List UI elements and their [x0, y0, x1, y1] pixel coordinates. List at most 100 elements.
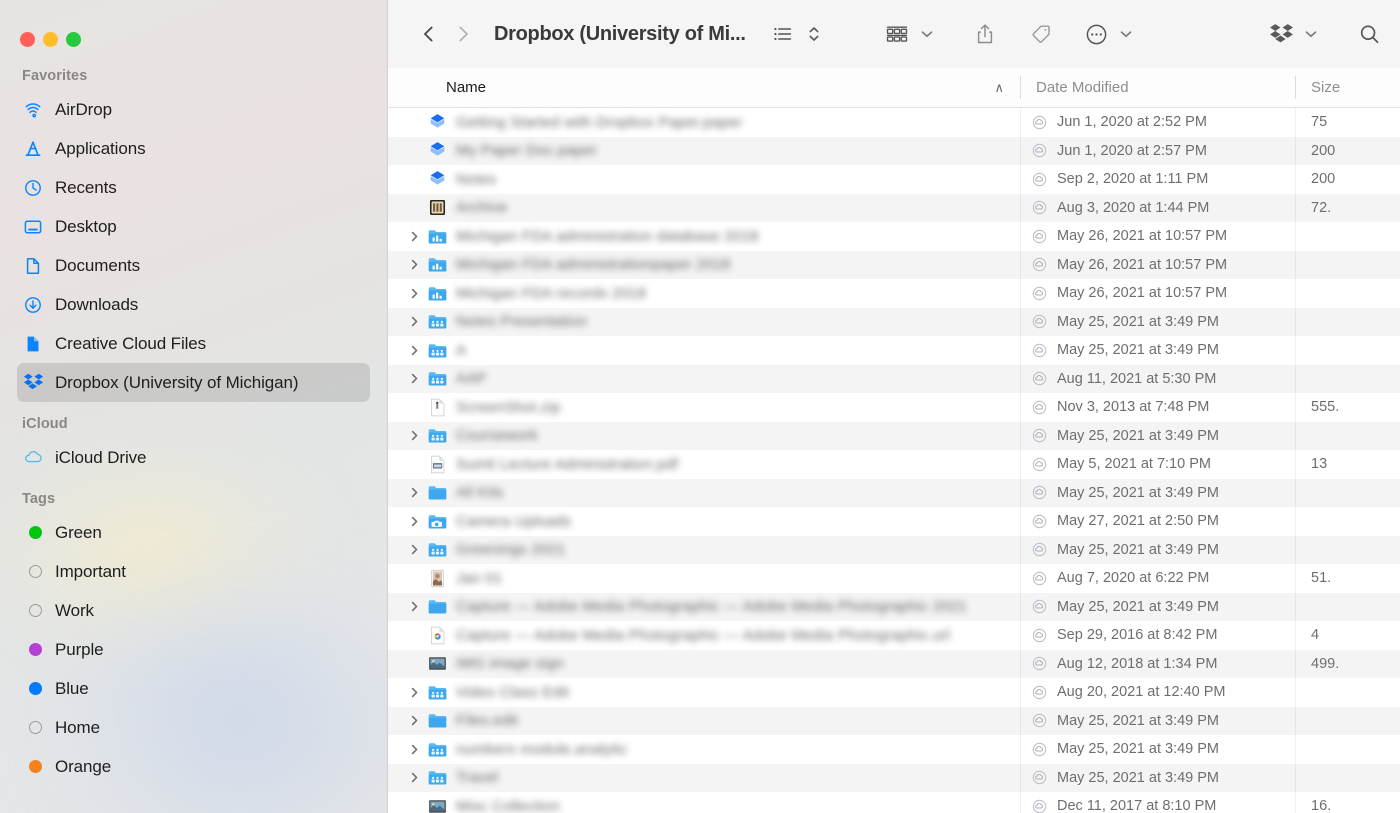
table-row[interactable]: Travel May 25, 2021 at 3:49 PM: [388, 763, 1400, 793]
table-row[interactable]: Misc Collection Dec 11, 2017 at 8:10 PM 16…: [388, 792, 1400, 813]
disclosure-triangle-icon[interactable]: [406, 230, 422, 243]
cell-name[interactable]: Michigan FDA records 2018: [388, 279, 1020, 308]
table-row[interactable]: Files.edit May 25, 2021 at 3:49 PM: [388, 706, 1400, 736]
disclosure-triangle-icon[interactable]: [406, 486, 422, 499]
table-row[interactable]: Greenings 2021 May 25, 2021 at 3:49 PM: [388, 535, 1400, 565]
cell-name[interactable]: Capture — Adobe Media Photographic — Ado…: [388, 621, 1020, 650]
list-view-icon[interactable]: [768, 19, 798, 49]
cell-name[interactable]: Sumit Lecture Administration.pdf: [388, 450, 1020, 479]
table-row[interactable]: Archive Aug 3, 2020 at 1:44 PM 72.: [388, 193, 1400, 223]
chevron-down-icon[interactable]: [1117, 19, 1135, 49]
minimize-button[interactable]: [43, 31, 58, 47]
cell-name[interactable]: AAP: [388, 365, 1020, 394]
table-row[interactable]: numbers module.analytic May 25, 2021 at 3…: [388, 735, 1400, 764]
sidebar-item-creative-cloud-files[interactable]: Creative Cloud Files: [17, 324, 370, 363]
sidebar-item-icloud-drive[interactable]: iCloud Drive: [17, 438, 370, 477]
table-row[interactable]: Notes Presentation May 25, 2021 at 3:49 P…: [388, 307, 1400, 337]
table-row[interactable]: Michigan FDA administrationpaper 2018 May…: [388, 250, 1400, 280]
back-button[interactable]: [412, 17, 446, 51]
cell-name[interactable]: Greenings 2021: [388, 536, 1020, 565]
sidebar-tag-purple[interactable]: Purple: [17, 630, 370, 669]
sidebar-item-documents[interactable]: Documents: [17, 246, 370, 285]
cell-name[interactable]: ScreenShot.zip: [388, 393, 1020, 422]
disclosure-triangle-icon[interactable]: [406, 315, 422, 328]
table-row[interactable]: A May 25, 2021 at 3:49 PM: [388, 336, 1400, 365]
column-header-name[interactable]: Name ∧: [388, 68, 1020, 107]
table-row[interactable]: Michigan FDA administration database 201…: [388, 222, 1400, 251]
cell-name[interactable]: Getting Started with Dropbox Paper.paper: [388, 108, 1020, 137]
dropbox-icon[interactable]: [1265, 19, 1297, 49]
table-row[interactable]: All Kits May 25, 2021 at 3:49 PM: [388, 478, 1400, 508]
table-row[interactable]: Getting Started with Dropbox Paper.paper…: [388, 108, 1400, 137]
disclosure-triangle-icon[interactable]: [406, 743, 422, 756]
sidebar-item-desktop[interactable]: Desktop: [17, 207, 370, 246]
table-row[interactable]: Camera Uploads May 27, 2021 at 2:50 PM: [388, 507, 1400, 536]
table-row[interactable]: My Paper Doc.paper Jun 1, 2020 at 2:57 PM…: [388, 136, 1400, 166]
share-icon[interactable]: [970, 19, 1000, 49]
disclosure-triangle-icon[interactable]: [406, 714, 422, 727]
cell-name[interactable]: Notes Presentation: [388, 308, 1020, 337]
sort-updown-icon[interactable]: [803, 19, 825, 49]
sidebar-item-recents[interactable]: Recents: [17, 168, 370, 207]
cell-name[interactable]: Notes: [388, 165, 1020, 194]
file-list[interactable]: Getting Started with Dropbox Paper.paper…: [388, 108, 1400, 813]
disclosure-triangle-icon[interactable]: [406, 372, 422, 385]
group-items-icon[interactable]: [881, 19, 913, 49]
cell-name[interactable]: A: [388, 336, 1020, 365]
chevron-down-icon[interactable]: [1302, 19, 1320, 49]
cell-name[interactable]: Camera Uploads: [388, 507, 1020, 536]
sidebar-tag-work[interactable]: Work: [17, 591, 370, 630]
cell-name[interactable]: Michigan FDA administration database 201…: [388, 222, 1020, 251]
sidebar-item-airdrop[interactable]: AirDrop: [17, 90, 370, 129]
maximize-button[interactable]: [66, 31, 81, 47]
cell-name[interactable]: Files.edit: [388, 707, 1020, 736]
cell-name[interactable]: My Paper Doc.paper: [388, 137, 1020, 166]
tag-icon[interactable]: [1026, 19, 1056, 49]
disclosure-triangle-icon[interactable]: [406, 344, 422, 357]
close-button[interactable]: [20, 31, 35, 47]
search-icon[interactable]: [1354, 19, 1384, 49]
disclosure-triangle-icon[interactable]: [406, 771, 422, 784]
cell-name[interactable]: Travel: [388, 764, 1020, 793]
column-header-date-modified[interactable]: Date Modified: [1020, 68, 1295, 107]
table-row[interactable]: Capture — Adobe Media Photographic — Ado…: [388, 592, 1400, 622]
disclosure-triangle-icon[interactable]: [406, 543, 422, 556]
disclosure-triangle-icon[interactable]: [406, 287, 422, 300]
cell-name[interactable]: Jan 01: [388, 564, 1020, 593]
table-row[interactable]: Michigan FDA records 2018 May 26, 2021 at…: [388, 279, 1400, 308]
cell-name[interactable]: Michigan FDA administrationpaper 2018: [388, 251, 1020, 280]
sidebar-item-downloads[interactable]: Downloads: [17, 285, 370, 324]
disclosure-triangle-icon[interactable]: [406, 429, 422, 442]
table-row[interactable]: ScreenShot.zip Nov 3, 2013 at 7:48 PM 555.: [388, 393, 1400, 422]
table-row[interactable]: Jan 01 Aug 7, 2020 at 6:22 PM 51.: [388, 564, 1400, 593]
table-row[interactable]: Sumit Lecture Administration.pdf May 5, 2…: [388, 450, 1400, 479]
sidebar-item-dropbox-university-of-michigan[interactable]: Dropbox (University of Michigan): [17, 363, 370, 402]
cell-name[interactable]: IMG image sign: [388, 650, 1020, 679]
disclosure-triangle-icon[interactable]: [406, 515, 422, 528]
table-row[interactable]: Notes Sep 2, 2020 at 1:11 PM 200: [388, 165, 1400, 194]
table-row[interactable]: Video Class Edit Aug 20, 2021 at 12:40 PM: [388, 678, 1400, 707]
disclosure-triangle-icon[interactable]: [406, 686, 422, 699]
chevron-down-icon[interactable]: [918, 19, 936, 49]
cell-name[interactable]: numbers module.analytic: [388, 735, 1020, 764]
column-header-size[interactable]: Size: [1295, 68, 1400, 107]
forward-button[interactable]: [446, 17, 480, 51]
cell-name[interactable]: Video Class Edit: [388, 678, 1020, 707]
more-options-control[interactable]: [1082, 19, 1135, 49]
more-ellipsis-icon[interactable]: [1082, 19, 1112, 49]
sidebar-tag-orange[interactable]: Orange: [17, 747, 370, 786]
cell-name[interactable]: All Kits: [388, 479, 1020, 508]
sidebar-tag-green[interactable]: Green: [17, 513, 370, 552]
disclosure-triangle-icon[interactable]: [406, 600, 422, 613]
dropbox-menu-control[interactable]: [1265, 19, 1320, 49]
sidebar-tag-home[interactable]: Home: [17, 708, 370, 747]
cell-name[interactable]: Capture — Adobe Media Photographic — Ado…: [388, 593, 1020, 622]
table-row[interactable]: Capture — Adobe Media Photographic — Ado…: [388, 621, 1400, 650]
sidebar-tag-blue[interactable]: Blue: [17, 669, 370, 708]
cell-name[interactable]: Misc Collection: [388, 792, 1020, 813]
group-by-control[interactable]: [881, 19, 936, 49]
table-row[interactable]: AAP Aug 11, 2021 at 5:30 PM: [388, 364, 1400, 394]
disclosure-triangle-icon[interactable]: [406, 258, 422, 271]
sidebar-tag-important[interactable]: Important: [17, 552, 370, 591]
cell-name[interactable]: Archive: [388, 194, 1020, 223]
